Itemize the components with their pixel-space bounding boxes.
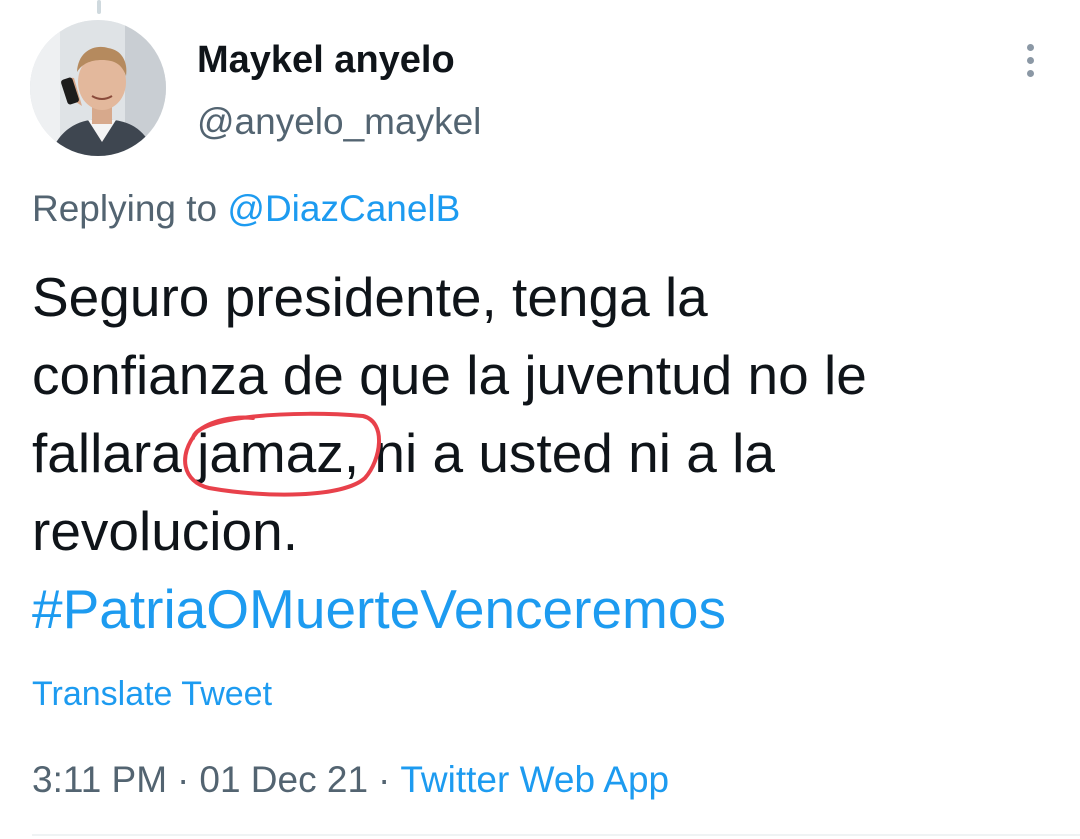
tweet-text-segment: , ni a usted ni a la	[343, 422, 775, 484]
display-name[interactable]: Maykel anyelo	[197, 38, 455, 82]
user-handle[interactable]: @anyelo_maykel	[197, 100, 481, 144]
divider	[32, 834, 1080, 836]
meta-separator: ·	[177, 759, 190, 800]
tweet-line: confianza de que la juventud no le	[32, 344, 867, 406]
replying-to: Replying to @DiazCanelB	[32, 186, 460, 232]
more-vertical-icon-dot	[1027, 57, 1034, 64]
replying-to-label: Replying to	[32, 188, 218, 229]
tweet-line: revolucion.	[32, 500, 298, 562]
thread-connector-line	[97, 0, 101, 14]
tweet-line: Seguro presidente, tenga la	[32, 266, 708, 328]
tweet-time[interactable]: 3:11 PM	[32, 759, 167, 800]
tweet-date[interactable]: 01 Dec 21	[199, 759, 368, 800]
circled-word-text: jamaz	[197, 422, 344, 484]
more-vertical-icon	[1027, 44, 1034, 51]
avatar-photo-icon	[30, 20, 166, 156]
tweet-line: fallara jamaz , ni a usted ni a la	[32, 411, 1042, 497]
tweet-source-link[interactable]: Twitter Web App	[400, 759, 669, 800]
translate-tweet-link[interactable]: Translate Tweet	[32, 672, 272, 716]
reply-mention-link[interactable]: @DiazCanelB	[227, 188, 460, 229]
more-vertical-icon-dot	[1027, 70, 1034, 77]
tweet-metadata: 3:11 PM · 01 Dec 21 · Twitter Web App	[32, 756, 669, 804]
hashtag-link[interactable]: #PatriaOMuerteVenceremos	[32, 570, 1042, 648]
meta-separator: ·	[378, 759, 391, 800]
tweet-text: Seguro presidente, tenga la confianza de…	[32, 258, 1042, 648]
more-options-button[interactable]	[1012, 40, 1048, 80]
tweet-text-segment: fallara	[32, 422, 198, 484]
circled-word: jamaz	[183, 411, 382, 497]
avatar[interactable]	[30, 20, 166, 156]
